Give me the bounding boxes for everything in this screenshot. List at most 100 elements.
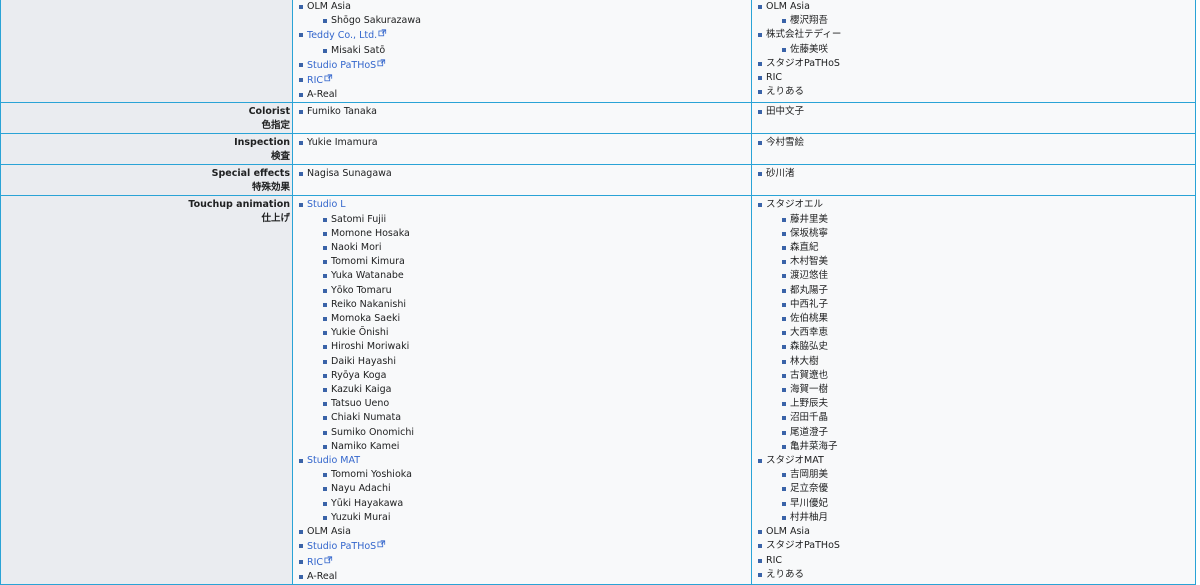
nested-credits-list: 櫻沢翔吾: [766, 14, 1191, 28]
role-english: Inspection: [234, 137, 290, 149]
list-item: OLM Asia 櫻沢翔吾: [756, 0, 1191, 28]
list-item: Shōgo Sakurazawa: [321, 14, 747, 28]
list-item: Namiko Kamei: [321, 440, 747, 454]
credit-name: RIC: [766, 72, 783, 84]
studio-link[interactable]: RIC: [307, 557, 323, 568]
list-item: スタジオPaTHoS: [756, 57, 1191, 71]
list-item: 古賀遼也: [780, 369, 1191, 383]
credit-name: 木村智美: [790, 256, 829, 268]
list-item: 株式会社テディー佐藤美咲: [756, 28, 1191, 56]
list-item: 亀井菜海子: [780, 440, 1191, 454]
nested-credits-list: Tomomi Yoshioka Nayu Adachi Yūki Hayakawa Y…: [307, 468, 747, 525]
credit-name: 海賀一樹: [790, 384, 829, 396]
role-cell: Touchup animation 仕上げ: [0, 195, 293, 585]
credit-name: Nayu Adachi: [331, 483, 391, 495]
list-item: えりある: [756, 85, 1191, 99]
credit-name: Tatsuo Ueno: [331, 398, 390, 410]
studio-link[interactable]: Teddy Co., Ltd.: [307, 30, 377, 41]
list-item: 沼田千晶: [780, 411, 1191, 425]
role-japanese: 色指定: [261, 120, 290, 132]
external-link-icon[interactable]: [377, 539, 386, 548]
credit-name: 足立奈優: [790, 483, 829, 495]
credit-name: 林大樹: [790, 355, 819, 367]
list-item: 櫻沢翔吾: [780, 14, 1191, 28]
japanese-credits-list: 田中文子: [756, 105, 1191, 119]
japanese-credits-cell: OLM Asia 櫻沢翔吾 株式会社テディー佐藤美咲 スタジオPaTHoS RIC えりあ…: [751, 0, 1196, 104]
credit-name: 森脇弘史: [790, 341, 829, 353]
role-cell: [0, 0, 293, 104]
credit-name: 村井柚月: [790, 511, 829, 523]
list-item[interactable]: Teddy Co., Ltd. Misaki Satō: [297, 28, 747, 57]
list-item: 佐伯桃果: [780, 312, 1191, 326]
role-cell: Special effects 特殊効果: [0, 164, 293, 197]
list-item[interactable]: Studio PaTHoS: [297, 539, 747, 554]
credit-name: 株式会社テディー: [766, 29, 842, 41]
studio-link[interactable]: Studio MAT: [307, 455, 360, 466]
external-link-icon[interactable]: [324, 73, 333, 82]
external-link-icon[interactable]: [377, 58, 386, 67]
studio-link[interactable]: Studio PaTHoS: [307, 541, 376, 552]
nested-credits-list: Satomi Fujii Momone Hosaka Naoki Mori Tomom…: [307, 213, 747, 454]
credit-name: Ryōya Koga: [331, 369, 387, 381]
list-item: RIC: [756, 71, 1191, 85]
credit-row: Inspection 検査 Yukie Imamura 今村雪絵: [0, 133, 1196, 166]
english-credits-cell: Nagisa Sunagawa: [292, 164, 752, 197]
studio-link[interactable]: Studio L: [307, 199, 346, 210]
credit-name: 大西幸恵: [790, 327, 829, 339]
list-item: 森脇弘史: [780, 340, 1191, 354]
list-item: OLM Asia: [756, 525, 1191, 539]
credit-name: えりある: [766, 568, 805, 580]
japanese-credits-cell: スタジオエル 藤井里美 保坂桃寧 森直紀 木村智美 渡辺悠佳 都丸陽子 中西礼子 佐伯桃果 大西幸…: [751, 195, 1196, 585]
english-credits-cell: OLM Asia Shōgo Sakurazawa Teddy Co., Ltd. M…: [292, 0, 752, 104]
list-item[interactable]: Studio PaTHoS: [297, 58, 747, 73]
list-item: Yukie Ōnishi: [321, 326, 747, 340]
list-item: Reiko Nakanishi: [321, 298, 747, 312]
studio-link[interactable]: RIC: [307, 75, 323, 86]
credit-name: RIC: [766, 554, 783, 566]
list-item: Daiki Hayashi: [321, 355, 747, 369]
list-item: 藤井里美: [780, 213, 1191, 227]
nested-credits-list: 藤井里美 保坂桃寧 森直紀 木村智美 渡辺悠佳 都丸陽子 中西礼子 佐伯桃果 大西幸恵 森脇弘史林…: [766, 213, 1191, 454]
english-credits-list: Studio L Satomi Fujii Momone Hosaka Naoki M…: [297, 198, 747, 583]
list-item: Yuka Watanabe: [321, 269, 747, 283]
list-item[interactable]: Studio L Satomi Fujii Momone Hosaka Naoki M…: [297, 198, 747, 454]
list-item: Ryōya Koga: [321, 369, 747, 383]
list-item: Naoki Mori: [321, 241, 747, 255]
list-item: RIC: [756, 554, 1191, 568]
english-credits-cell: Fumiko Tanaka: [292, 102, 752, 135]
list-item[interactable]: Studio MAT Tomomi Yoshioka Nayu Adachi Yūki…: [297, 454, 747, 525]
english-credits-list: Nagisa Sunagawa: [297, 167, 747, 181]
japanese-credits-list: 砂川渚: [756, 167, 1191, 181]
list-item: Nagisa Sunagawa: [297, 167, 747, 181]
list-item: 佐藤美咲: [780, 43, 1191, 57]
list-item: Yuzuki Murai: [321, 511, 747, 525]
external-link-icon[interactable]: [378, 28, 387, 37]
credit-name: Yūki Hayakawa: [331, 497, 404, 509]
japanese-credits-list: OLM Asia 櫻沢翔吾 株式会社テディー佐藤美咲 スタジオPaTHoS RIC えりあ…: [756, 0, 1191, 99]
credit-name: Fumiko Tanaka: [307, 106, 377, 118]
japanese-credits-list: 今村雪絵: [756, 136, 1191, 150]
credit-name: 藤井里美: [790, 213, 829, 225]
studio-link[interactable]: Studio PaTHoS: [307, 60, 376, 71]
credit-name: 中西礼子: [790, 298, 829, 310]
english-credits-list: OLM Asia Shōgo Sakurazawa Teddy Co., Ltd. M…: [297, 0, 747, 102]
list-item: 中西礼子: [780, 298, 1191, 312]
credit-name: Tomomi Kimura: [331, 256, 405, 268]
credit-name: Sumiko Onomichi: [331, 426, 415, 438]
list-item: 田中文子: [756, 105, 1191, 119]
list-item[interactable]: RIC: [297, 555, 747, 570]
credit-name: Nagisa Sunagawa: [307, 168, 392, 180]
list-item: スタジオPaTHoS: [756, 539, 1191, 553]
credit-name: 今村雪絵: [766, 137, 805, 149]
list-item: Hiroshi Moriwaki: [321, 340, 747, 354]
credit-name: 保坂桃寧: [790, 227, 829, 239]
credit-name: 古賀遼也: [790, 369, 829, 381]
list-item: Nayu Adachi: [321, 482, 747, 496]
list-item: 吉岡朋美: [780, 468, 1191, 482]
role-cell: Inspection 検査: [0, 133, 293, 166]
list-item: Tatsuo Ueno: [321, 397, 747, 411]
external-link-icon[interactable]: [324, 555, 333, 563]
credit-name: 都丸陽子: [790, 284, 829, 296]
list-item[interactable]: RIC: [297, 73, 747, 88]
credit-name: Shōgo Sakurazawa: [331, 15, 421, 27]
